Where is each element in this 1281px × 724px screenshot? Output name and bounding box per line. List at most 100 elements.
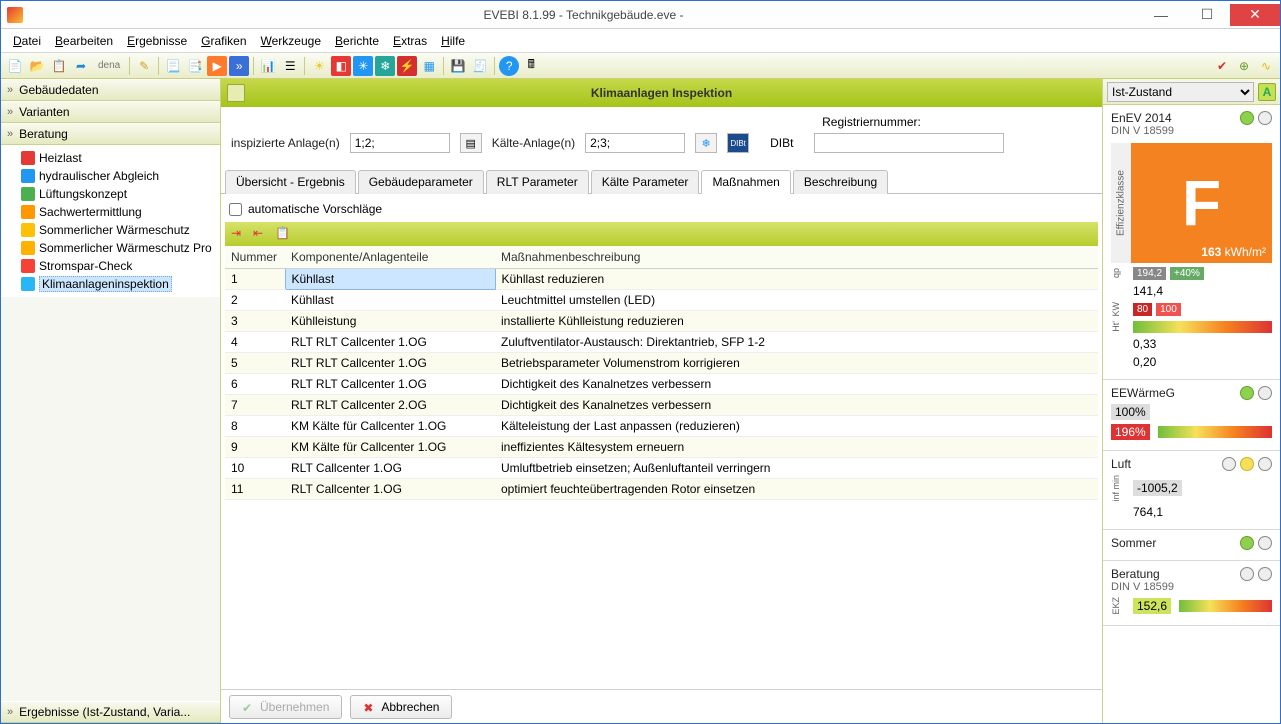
acc-varianten[interactable]: Varianten	[1, 101, 220, 123]
tree-icon	[21, 151, 35, 165]
menu-werkzeuge[interactable]: Werkzeuge	[255, 31, 327, 51]
maximize-button[interactable]: ☐	[1184, 4, 1230, 26]
tab-body: automatische Vorschläge ⇥ ⇤ 📋 Nummer Kom…	[221, 194, 1102, 689]
insp-picker-icon[interactable]: ▤	[460, 133, 482, 153]
table-row[interactable]: 9KM Kälte für Callcenter 1.OGineffizient…	[225, 437, 1098, 458]
export-icon[interactable]: ▶	[207, 56, 227, 76]
menu-berichte[interactable]: Berichte	[329, 31, 385, 51]
acc-beratung[interactable]: Beratung	[1, 123, 220, 145]
sun-icon[interactable]: ☀	[309, 56, 329, 76]
table-row[interactable]: 4RLT RLT Callcenter 1.OGZuluftventilator…	[225, 332, 1098, 353]
a-badge-icon[interactable]: A	[1258, 83, 1276, 101]
reg-input[interactable]	[814, 133, 1004, 153]
tab-rlt-parameter[interactable]: RLT Parameter	[486, 170, 589, 194]
sidebar-item-stromspar-check[interactable]: Stromspar-Check	[1, 257, 220, 275]
table-row[interactable]: 11RLT Callcenter 1.OGoptimiert feuchteüb…	[225, 479, 1098, 500]
cancel-button[interactable]: ✖ Abbrechen	[350, 695, 452, 719]
card-beratung: Beratung DIN V 18599 EKZ152,6	[1103, 561, 1280, 626]
table-row[interactable]: 3Kühlleistunginstallierte Kühlleistung r…	[225, 311, 1098, 332]
titlebar: EVEBI 8.1.99 - Technikgebäude.eve - — ☐ …	[1, 1, 1280, 29]
new-icon[interactable]: 📄	[5, 56, 25, 76]
menu-ergebnisse[interactable]: Ergebnisse	[121, 31, 193, 51]
plug-icon[interactable]: ⊕	[1234, 56, 1254, 76]
doc2-icon[interactable]: 📑	[185, 56, 205, 76]
table-row[interactable]: 6RLT RLT Callcenter 1.OGDichtigkeit des …	[225, 374, 1098, 395]
state-select[interactable]: Ist-Zustand	[1107, 82, 1254, 102]
main-toolbar: 📄 📂 📋 ➦ dena ✎ 📃 📑 ▶ » 📊 ☰ ☀ ◧ ✳ ❄ ⚡ ▦ 💾…	[1, 53, 1280, 79]
help-icon[interactable]: ?	[499, 56, 519, 76]
tab-beschreibung[interactable]: Beschreibung	[793, 170, 888, 194]
sidebar-item-sachwertermittlung[interactable]: Sachwertermittlung	[1, 203, 220, 221]
tab--bersicht-ergebnis[interactable]: Übersicht - Ergebnis	[225, 170, 356, 194]
col-beschreibung[interactable]: Maßnahmenbeschreibung	[495, 246, 1098, 269]
kalte-picker-icon[interactable]: ❄	[695, 133, 717, 153]
edit-icon[interactable]: ✎	[134, 56, 154, 76]
menu-datei[interactable]: Datei	[7, 31, 47, 51]
open-icon[interactable]: 📂	[27, 56, 47, 76]
copy-icon[interactable]: 📋	[49, 56, 69, 76]
report-icon[interactable]: 🧾	[470, 56, 490, 76]
grid-icon[interactable]: ▦	[419, 56, 439, 76]
insp-label: inspizierte Anlage(n)	[231, 136, 340, 150]
bolt-icon[interactable]: ⚡	[397, 56, 417, 76]
share-icon[interactable]: ➦	[71, 56, 91, 76]
chart-icon[interactable]: 📊	[258, 56, 278, 76]
fan-icon[interactable]: ✳	[353, 56, 373, 76]
sidebar-item-hydraulischer-abgleich[interactable]: hydraulischer Abgleich	[1, 167, 220, 185]
sidebar-item-sommerlicher-wärmeschutz[interactable]: Sommerlicher Wärmeschutz	[1, 221, 220, 239]
menu-bearbeiten[interactable]: Bearbeiten	[49, 31, 119, 51]
card-enev: EnEV 2014 DIN V 18599 Effizienzklasse F …	[1103, 105, 1280, 380]
insp-input[interactable]	[350, 133, 450, 153]
copy-row-icon[interactable]: 📋	[275, 226, 291, 242]
eff-label: Effizienzklasse	[1111, 143, 1131, 263]
wave-icon[interactable]: ∿	[1256, 56, 1276, 76]
menu-hilfe[interactable]: Hilfe	[435, 31, 471, 51]
cancel-icon: ✖	[363, 701, 375, 713]
acc-gebaeudedaten[interactable]: Gebäudedaten	[1, 79, 220, 101]
tab-k-lte-parameter[interactable]: Kälte Parameter	[591, 170, 700, 194]
add-row-icon[interactable]: ⇥	[231, 226, 247, 242]
table-row[interactable]: 8KM Kälte für Callcenter 1.OGKälteleistu…	[225, 416, 1098, 437]
dena-button[interactable]: dena	[93, 56, 125, 76]
cool-icon[interactable]: ❄	[375, 56, 395, 76]
table-row[interactable]: 10RLT Callcenter 1.OGUmluftbetrieb einse…	[225, 458, 1098, 479]
tab-geb-udeparameter[interactable]: Gebäudeparameter	[358, 170, 484, 194]
card-eewg: EEWärmeG 100% 196%	[1103, 380, 1280, 451]
menu-grafiken[interactable]: Grafiken	[195, 31, 252, 51]
sidebar: Gebäudedaten Varianten Beratung Heizlast…	[1, 79, 221, 723]
col-komponente[interactable]: Komponente/Anlagenteile	[285, 246, 495, 269]
calc-icon[interactable]: 🖩	[521, 56, 541, 76]
sidebar-item-sommerlicher-wärmeschutz-pro[interactable]: Sommerlicher Wärmeschutz Pro	[1, 239, 220, 257]
sidebar-item-klimaanlageninspektion[interactable]: Klimaanlageninspektion	[1, 275, 220, 293]
sidebar-item-lüftungskonzept[interactable]: Lüftungskonzept	[1, 185, 220, 203]
menu-extras[interactable]: Extras	[387, 31, 433, 51]
table-row[interactable]: 2KühllastLeuchtmittel umstellen (LED)	[225, 290, 1098, 311]
table-row[interactable]: 5RLT RLT Callcenter 1.OGBetriebsparamete…	[225, 353, 1098, 374]
doc1-icon[interactable]: 📃	[163, 56, 183, 76]
row-toolbar: ⇥ ⇤ 📋	[225, 222, 1098, 246]
sidebar-item-heizlast[interactable]: Heizlast	[1, 149, 220, 167]
footer-buttons: ✔ Übernehmen ✖ Abbrechen	[221, 689, 1102, 723]
check-icon[interactable]: ✔	[1212, 56, 1232, 76]
table-row[interactable]: 1KühllastKühllast reduzieren	[225, 269, 1098, 290]
table-row[interactable]: 7RLT RLT Callcenter 2.OGDichtigkeit des …	[225, 395, 1098, 416]
apply-button[interactable]: ✔ Übernehmen	[229, 695, 342, 719]
measures-table[interactable]: Nummer Komponente/Anlagenteile Maßnahmen…	[225, 246, 1098, 500]
heat-icon[interactable]: ◧	[331, 56, 351, 76]
kalte-input[interactable]	[585, 133, 685, 153]
save-icon[interactable]: 💾	[448, 56, 468, 76]
card-sommer: Sommer	[1103, 530, 1280, 561]
auto-checkbox[interactable]	[229, 203, 242, 216]
col-nummer[interactable]: Nummer	[225, 246, 285, 269]
acc-ergebnisse[interactable]: Ergebnisse (Ist-Zustand, Varia...	[1, 701, 220, 723]
run-icon[interactable]: »	[229, 56, 249, 76]
dibt-icon[interactable]: DIBt	[727, 133, 749, 153]
minimize-button[interactable]: —	[1138, 4, 1184, 26]
list-icon[interactable]: ☰	[280, 56, 300, 76]
add-row2-icon[interactable]: ⇤	[253, 226, 269, 242]
dibt-label[interactable]: DIBt	[759, 135, 804, 151]
tree-icon	[21, 241, 35, 255]
tab-ma-nahmen[interactable]: Maßnahmen	[701, 170, 790, 194]
close-button[interactable]: ✕	[1230, 4, 1280, 26]
tree-icon	[21, 277, 35, 291]
